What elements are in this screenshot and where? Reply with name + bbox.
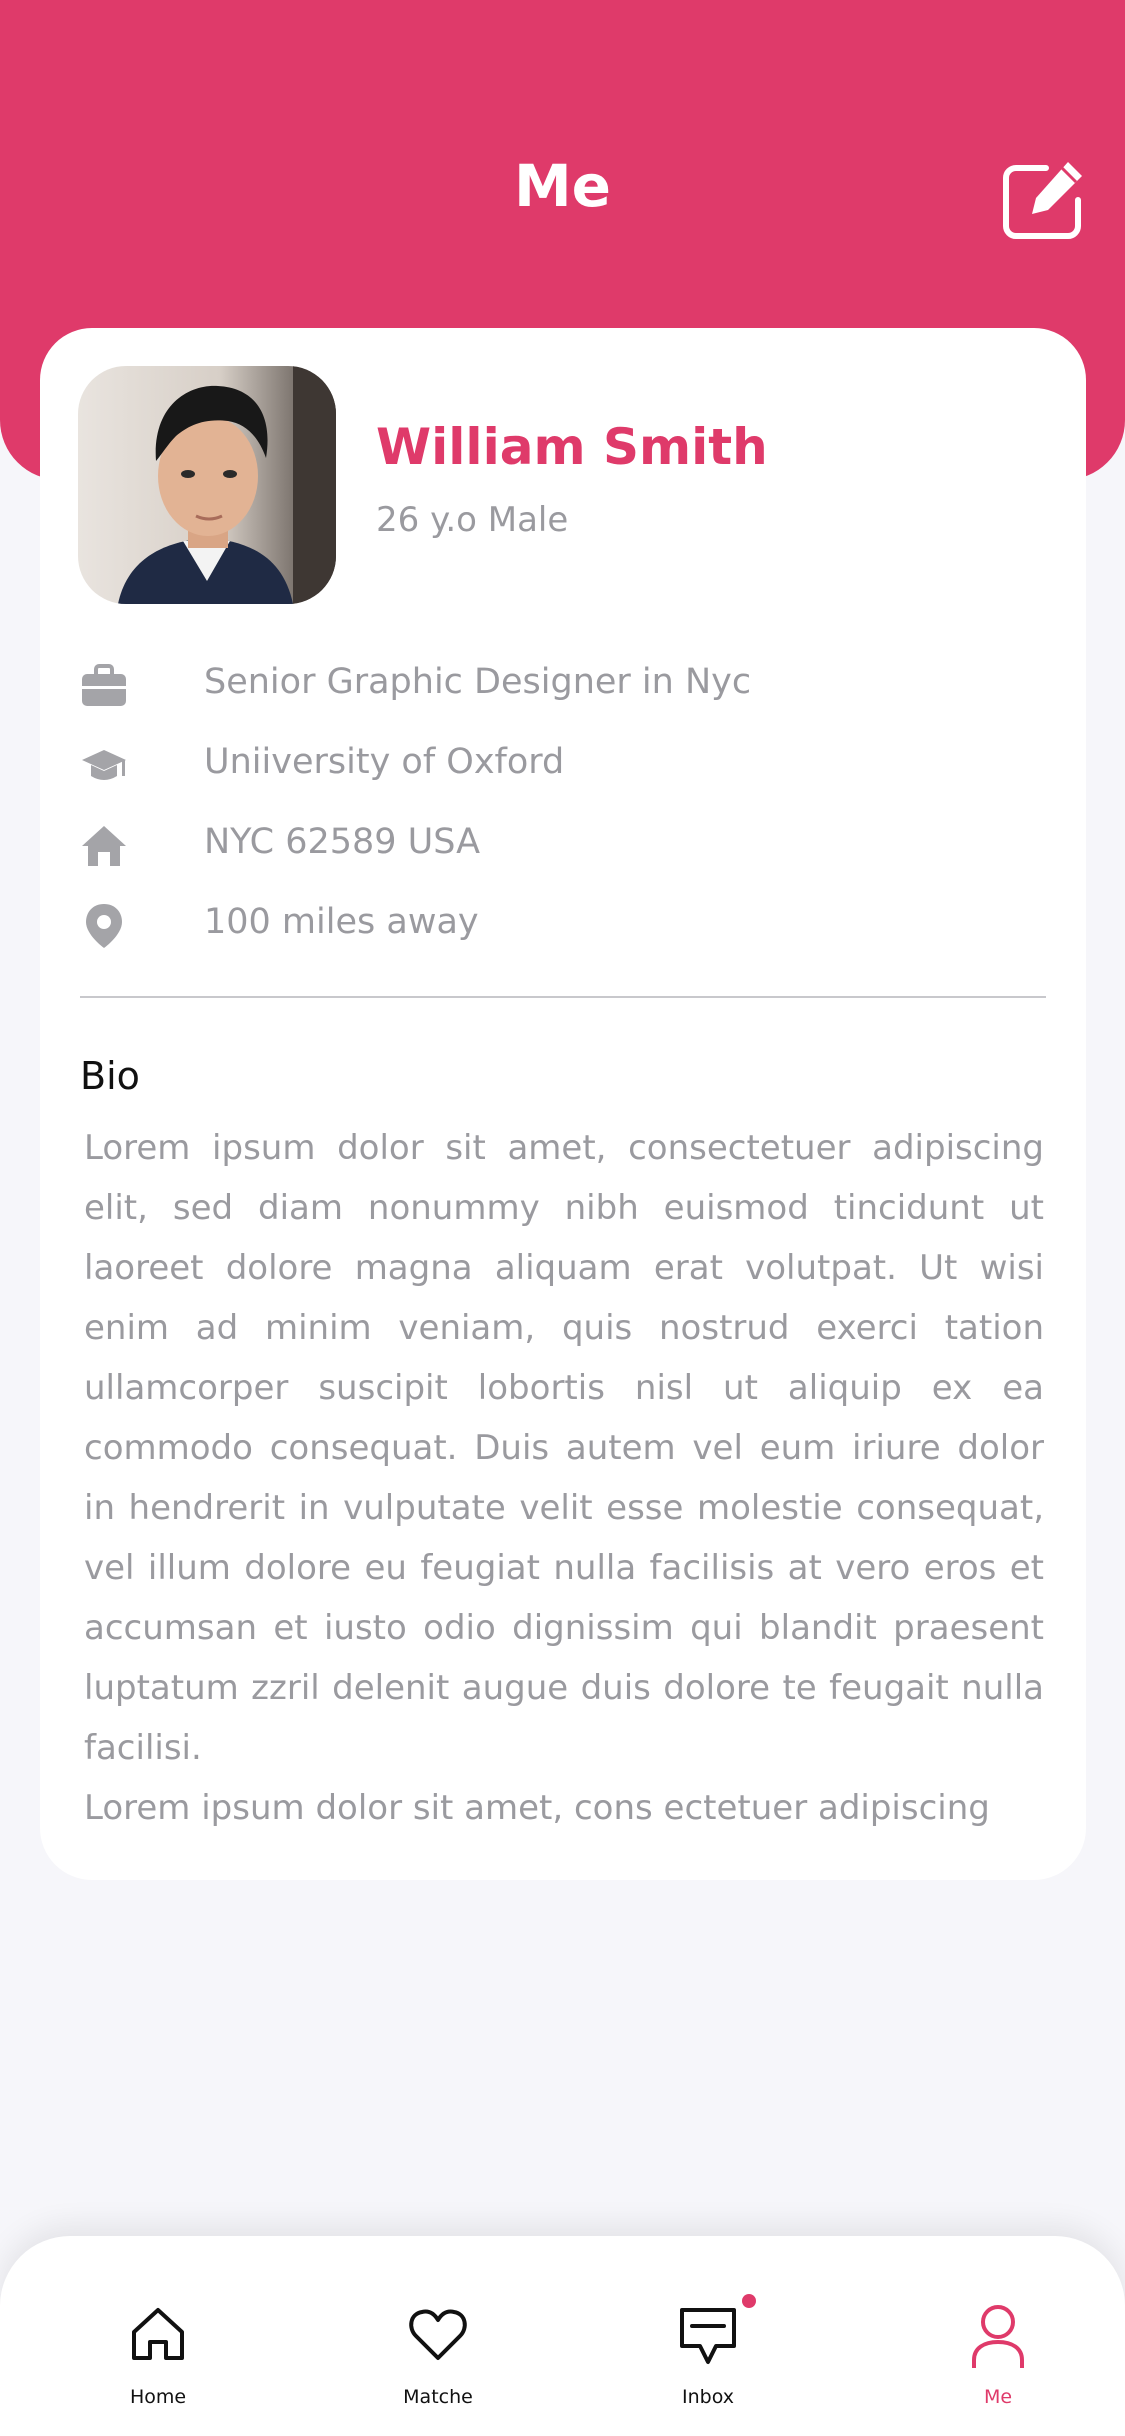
bio-text: Lorem ipsum dolor sit amet, consectetuer… [84,1118,1044,1838]
home-icon [82,826,126,866]
info-row-distance: 100 miles away [80,894,1040,954]
tab-me-label: Me [983,2386,1013,2408]
user-icon [972,2305,1024,2368]
divider [80,996,1046,998]
bio-title: Bio [80,1054,140,1098]
location-pin-icon [86,904,122,948]
info-address-text: NYC 62589 USA [204,822,481,862]
tab-me[interactable]: Me [908,2236,1088,2436]
profile-name: William Smith [376,418,768,476]
tab-matches[interactable]: Matche [348,2236,528,2436]
graduation-cap-icon [82,750,126,780]
avatar[interactable] [78,366,336,604]
inbox-badge [742,2294,756,2308]
profile-card: William Smith 26 y.o Male Senior Graphic… [40,328,1086,1880]
tab-inbox-label: Inbox [682,2386,734,2408]
profile-age-gender: 26 y.o Male [376,500,569,540]
info-row-address: NYC 62589 USA [80,814,1040,874]
tab-matches-label: Matche [403,2386,473,2408]
tab-home-label: Home [129,2386,187,2408]
home-icon [132,2308,184,2360]
info-distance-text: 100 miles away [204,902,479,942]
briefcase-icon [82,664,126,706]
message-icon [680,2308,736,2364]
avatar-image [78,366,336,604]
page-title: Me [513,152,612,220]
info-row-job: Senior Graphic Designer in Nyc [80,654,1040,714]
info-education-text: Uniiversity of Oxford [204,742,565,782]
info-job-text: Senior Graphic Designer in Nyc [204,662,752,702]
bio-paragraph: Lorem ipsum dolor sit amet, consectetuer… [84,1128,1044,1768]
info-row-education: Uniiversity of Oxford [80,734,1040,794]
bottom-tab-bar: Home Matche Inbox Me [0,2236,1125,2436]
edit-icon [1003,162,1082,239]
tab-inbox[interactable]: Inbox [618,2236,798,2436]
edit-profile-button[interactable] [998,156,1088,246]
tab-home[interactable]: Home [68,2236,248,2436]
bio-paragraph: Lorem ipsum dolor sit amet, cons ectetue… [84,1788,990,1828]
heart-icon [409,2309,467,2360]
